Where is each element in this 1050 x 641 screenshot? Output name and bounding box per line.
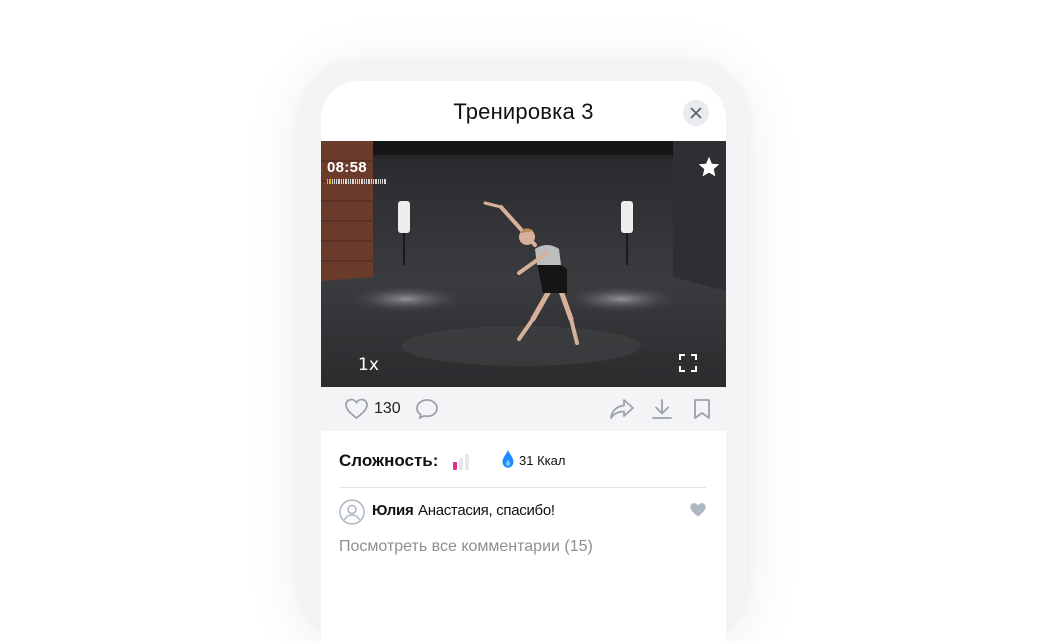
timer-progress-tick xyxy=(377,179,379,184)
difficulty-level-indicator xyxy=(453,454,469,470)
difficulty-bar xyxy=(465,454,469,470)
flame-drop-icon xyxy=(502,450,514,468)
timer-progress-tick xyxy=(347,179,349,184)
download-icon[interactable] xyxy=(651,398,673,420)
timer-progress-tick xyxy=(349,179,352,184)
comment-heart-icon[interactable] xyxy=(689,502,707,518)
timer-progress-tick xyxy=(375,179,377,184)
difficulty-row: Сложность: 31 Ккал xyxy=(339,450,709,473)
timer-progress-tick xyxy=(329,179,331,184)
difficulty-bar xyxy=(453,462,457,470)
timer-progress-tick xyxy=(331,179,333,184)
view-all-comments-link[interactable]: Посмотреть все комментарии (15) xyxy=(339,538,593,556)
timer-progress-tick xyxy=(336,179,338,184)
timer-progress-tick xyxy=(368,179,370,184)
timer-progress-tick xyxy=(372,179,375,184)
comment-author[interactable]: Юлия xyxy=(372,502,414,519)
like-count: 130 xyxy=(374,400,401,417)
timer-progress-tick xyxy=(352,179,354,184)
close-button[interactable] xyxy=(683,100,709,126)
page-title: Тренировка 3 xyxy=(453,99,594,124)
timer-progress-tick xyxy=(361,179,363,184)
timer-progress-tick xyxy=(354,179,356,184)
video-timer: 08:58 xyxy=(327,159,367,176)
timer-progress-tick xyxy=(356,179,359,184)
video-player[interactable]: 08:58 1x xyxy=(321,141,726,387)
timer-progress-tick xyxy=(366,179,368,184)
comment-text: Анастасия, спасибо! xyxy=(418,502,555,519)
timer-progress-tick xyxy=(327,179,329,184)
bookmark-icon[interactable] xyxy=(693,398,711,420)
playback-speed-button[interactable]: 1x xyxy=(358,355,379,375)
close-icon xyxy=(690,107,702,119)
timer-progress-tick xyxy=(345,179,347,184)
timer-progress-tick xyxy=(379,179,382,184)
heart-icon[interactable] xyxy=(344,398,369,420)
timer-progress-tick xyxy=(363,179,366,184)
comment-icon[interactable] xyxy=(415,398,439,420)
workout-screen: Тренировка 3 08:58 1x 130 Сложность: 31 … xyxy=(321,81,726,641)
timer-progress xyxy=(327,179,386,184)
timer-progress-tick xyxy=(338,179,340,184)
timer-progress-tick xyxy=(359,179,361,184)
fullscreen-icon[interactable] xyxy=(679,354,697,372)
comment-item: Юлия Анастасия, спасибо! xyxy=(339,499,709,527)
avatar-icon[interactable] xyxy=(339,499,365,525)
timer-progress-tick xyxy=(370,179,372,184)
timer-progress-tick xyxy=(340,179,343,184)
timer-progress-tick xyxy=(384,179,386,184)
difficulty-bar xyxy=(459,458,463,470)
share-icon[interactable] xyxy=(609,398,635,420)
timer-progress-tick xyxy=(333,179,336,184)
timer-progress-tick xyxy=(382,179,384,184)
action-bar: 130 xyxy=(321,387,726,431)
difficulty-label: Сложность: xyxy=(339,451,439,470)
calories: 31 Ккал xyxy=(519,453,566,468)
video-frame xyxy=(321,141,726,387)
title-bar: Тренировка 3 xyxy=(321,81,726,141)
star-icon[interactable] xyxy=(697,155,721,179)
timer-progress-tick xyxy=(343,179,345,184)
phone-frame: Тренировка 3 08:58 1x 130 Сложность: 31 … xyxy=(300,60,747,641)
divider xyxy=(339,487,706,488)
